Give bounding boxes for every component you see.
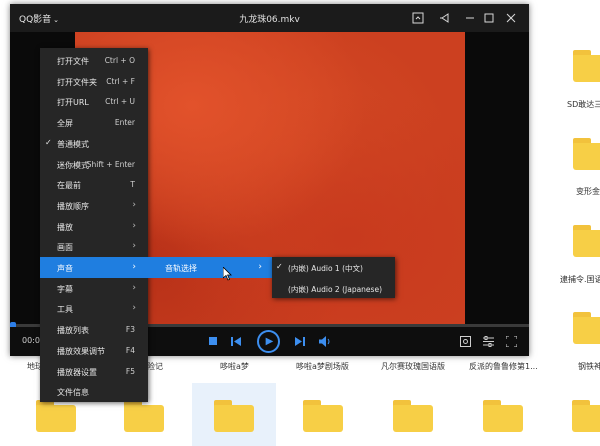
chevron-right-icon: ›	[132, 262, 136, 272]
menu-item-label: 播放列表	[57, 326, 89, 336]
menu-item-label: 工具	[57, 305, 73, 315]
audio-track-label: (内嵌) Audio 2 (Japanese)	[288, 285, 382, 294]
file-label-fanersai[interactable]: 凡尔赛玫瑰国语版	[381, 361, 445, 372]
menu-item-player-settings[interactable]: 播放器设置 F5	[40, 361, 148, 382]
menu-item-tools[interactable]: 工具 ›	[40, 298, 148, 319]
volume-icon[interactable]	[319, 335, 331, 347]
menu-item-sound[interactable]: 声音 ›	[40, 257, 148, 278]
menu-item-shortcut: Ctrl + F	[106, 76, 135, 86]
chevron-right-icon: ›	[132, 199, 136, 210]
context-menu: 打开文件 Ctrl + O 打开文件夹 Ctrl + F 打开URL Ctrl …	[40, 48, 148, 402]
menu-item-open-folder[interactable]: 打开文件夹 Ctrl + F	[40, 71, 148, 92]
pin-icon[interactable]	[437, 10, 453, 26]
folder-icon[interactable]	[483, 400, 523, 432]
folder-icon[interactable]	[393, 400, 433, 432]
menu-item-shortcut: Ctrl + O	[104, 56, 135, 65]
menu-item-audio-track-select[interactable]: 音轨选择 ›	[148, 257, 272, 278]
file-label-fanpai[interactable]: 反派的鲁鲁修第1...	[469, 361, 538, 372]
menu-item-label: 打开文件	[57, 57, 89, 66]
audio-track-label: (内嵌) Audio 1 (中文)	[288, 264, 363, 273]
menu-item-label: 文件信息	[57, 388, 89, 398]
folder-icon[interactable]	[124, 400, 164, 432]
menu-item-label: 字幕	[57, 284, 73, 294]
menu-item-subtitles[interactable]: 字幕 ›	[40, 278, 148, 299]
menu-item-mini-mode[interactable]: 迷你模式 Shift + Enter	[40, 154, 148, 175]
menu-item-play-order[interactable]: 播放顺序 ›	[40, 195, 148, 216]
audio-track-item-1[interactable]: ✓ (内嵌) Audio 1 (中文)	[272, 257, 395, 277]
menu-item-label: 普通模式	[57, 139, 89, 149]
folder-icon[interactable]	[572, 400, 600, 432]
file-label-daibuling[interactable]: 逮捕令.国语	[560, 274, 600, 285]
menu-item-fullscreen[interactable]: 全屏 Enter	[40, 112, 148, 133]
play-button[interactable]: ▶	[257, 330, 280, 353]
previous-icon[interactable]	[231, 336, 241, 346]
file-label-bianxing[interactable]: 变形金	[576, 186, 600, 197]
submenu-item-label: 音轨选择	[165, 264, 197, 273]
menu-item-shortcut: F5	[125, 366, 135, 376]
checkmark-icon: ✓	[45, 137, 52, 147]
folder-icon[interactable]	[303, 400, 343, 432]
close-icon[interactable]	[503, 10, 519, 26]
file-label-douala-theater[interactable]: 哆啦a梦剧场版	[296, 361, 349, 372]
menu-item-picture[interactable]: 画面 ›	[40, 236, 148, 257]
chevron-right-icon: ›	[132, 220, 136, 231]
menu-item-label: 播放	[57, 222, 73, 232]
menu-item-open-file[interactable]: 打开文件 Ctrl + O	[40, 50, 148, 71]
menu-item-file-info[interactable]: 文件信息	[40, 381, 148, 402]
menu-item-label: 打开文件夹	[57, 77, 97, 87]
chevron-right-icon: ›	[258, 262, 262, 272]
menu-item-label: 打开URL	[57, 98, 89, 108]
menu-item-label: 播放顺序	[57, 201, 89, 211]
screenshot-icon[interactable]	[410, 10, 426, 26]
menu-item-label: 画面	[57, 243, 73, 253]
menu-item-effect-adjust[interactable]: 播放效果调节 F4	[40, 340, 148, 361]
menu-item-label: 播放效果调节	[57, 346, 105, 356]
time-display: 00:0	[22, 336, 40, 345]
maximize-icon[interactable]	[481, 10, 497, 26]
menu-item-shortcut: F4	[125, 345, 135, 355]
next-icon[interactable]	[295, 336, 305, 346]
folder-icon[interactable]	[573, 50, 600, 82]
menu-item-always-on-top[interactable]: 在最前 T	[40, 174, 148, 195]
play-icon: ▶	[265, 336, 274, 347]
menu-item-label: 在最前	[57, 181, 81, 191]
menu-item-playback[interactable]: 播放 ›	[40, 216, 148, 237]
menu-item-label: 播放器设置	[57, 367, 97, 377]
menu-item-playlist[interactable]: 播放列表 F3	[40, 319, 148, 340]
menu-item-shortcut: Shift + Enter	[86, 159, 135, 169]
checkmark-icon: ✓	[276, 262, 283, 271]
menu-item-label: 迷你模式	[57, 160, 89, 170]
mouse-cursor-icon	[222, 266, 233, 281]
audio-track-item-2[interactable]: (内嵌) Audio 2 (Japanese)	[272, 278, 395, 298]
menu-item-label: 声音	[57, 264, 73, 273]
file-label-xianji[interactable]: 险记	[147, 361, 163, 372]
chevron-right-icon: ›	[132, 303, 136, 314]
folder-icon[interactable]	[214, 400, 254, 432]
chevron-right-icon: ›	[132, 282, 136, 293]
title-bar[interactable]: QQ影音 ⌄ 九龙珠06.mkv	[10, 4, 529, 32]
menu-item-open-url[interactable]: 打开URL Ctrl + U	[40, 91, 148, 112]
fullscreen-icon[interactable]	[504, 334, 518, 348]
settings-icon[interactable]	[481, 334, 495, 348]
stop-icon[interactable]	[208, 336, 218, 346]
folder-icon[interactable]	[573, 312, 600, 344]
folder-icon[interactable]	[573, 138, 600, 170]
menu-item-shortcut: Enter	[114, 118, 135, 128]
file-label-ganglie[interactable]: 钢铁神	[578, 361, 600, 372]
file-label-douala[interactable]: 哆啦a梦	[220, 361, 249, 372]
menu-item-shortcut: F3	[125, 325, 135, 335]
menu-item-label: 全屏	[57, 119, 73, 129]
minimize-icon[interactable]	[462, 10, 478, 26]
folder-icon[interactable]	[573, 225, 600, 257]
menu-item-normal-mode[interactable]: ✓ 普通模式	[40, 133, 148, 154]
file-label-sd[interactable]: SD敢达三	[567, 99, 600, 110]
toolbox-icon[interactable]	[458, 334, 472, 348]
audio-track-submenu: ✓ (内嵌) Audio 1 (中文) (内嵌) Audio 2 (Japane…	[272, 257, 395, 298]
chevron-right-icon: ›	[132, 241, 136, 252]
folder-icon[interactable]	[36, 400, 76, 432]
menu-item-shortcut: Ctrl + U	[105, 97, 135, 107]
menu-item-shortcut: T	[130, 180, 135, 190]
